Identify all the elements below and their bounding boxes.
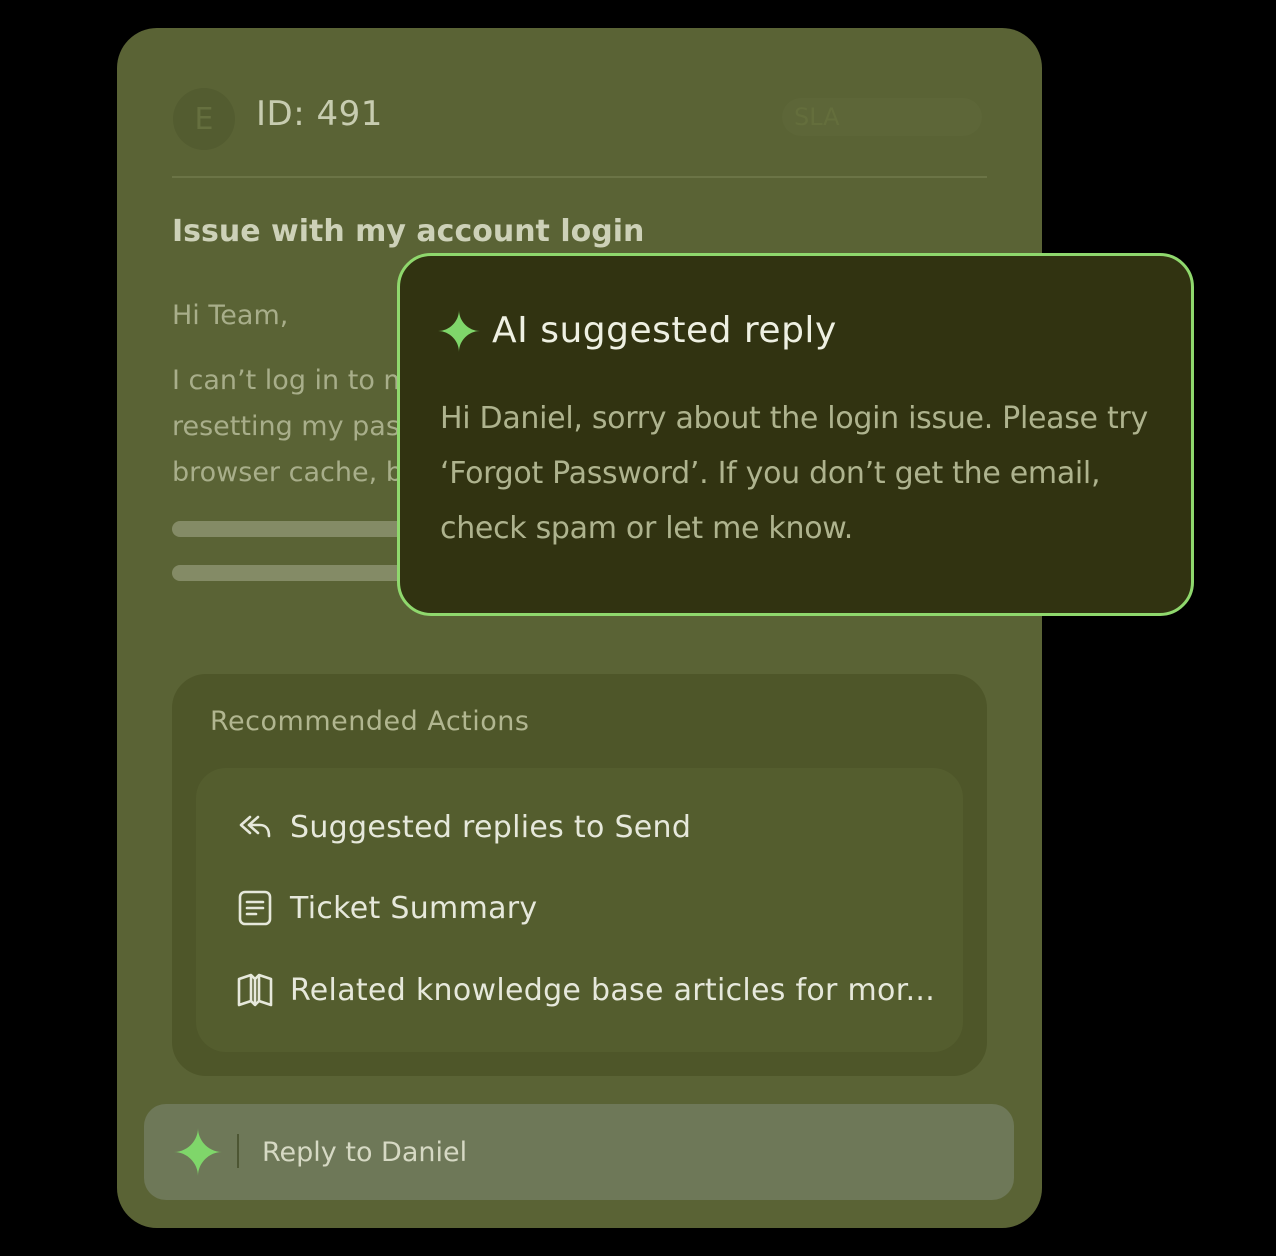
recommended-actions-title: Recommended Actions <box>210 706 530 737</box>
reply-bar[interactable] <box>144 1104 1014 1200</box>
action-label: Related knowledge base articles for mor.… <box>290 972 936 1008</box>
action-label: Ticket Summary <box>290 890 538 926</box>
recommended-actions-list: Suggested replies to Send Ticket Summary <box>196 768 963 1052</box>
action-ticket-summary[interactable]: Ticket Summary <box>236 889 537 927</box>
text-cursor <box>237 1134 239 1168</box>
action-suggested-replies[interactable]: Suggested replies to Send <box>236 808 691 846</box>
sparkle-icon <box>174 1128 222 1176</box>
recommended-actions-panel: Recommended Actions Suggested replies to… <box>172 674 987 1076</box>
ai-suggestion-title: AI suggested reply <box>492 310 837 351</box>
message-greeting: Hi Team, <box>172 300 289 331</box>
header-divider <box>172 176 987 178</box>
ticket-subject: Issue with my account login <box>172 214 645 249</box>
document-icon <box>238 890 272 926</box>
reply-icon <box>239 815 271 838</box>
ai-suggestion-text: Hi Daniel, sorry about the login issue. … <box>440 401 1148 546</box>
book-icon <box>237 973 273 1007</box>
action-label: Suggested replies to Send <box>290 809 692 845</box>
sla-badge: SLA <box>782 98 982 136</box>
action-related-articles[interactable]: Related knowledge base articles for mor.… <box>236 971 935 1009</box>
sparkle-icon <box>438 310 480 352</box>
reply-input[interactable] <box>262 1104 962 1200</box>
ai-suggested-reply-popup[interactable]: AI suggested reply Hi Daniel, sorry abou… <box>397 253 1194 616</box>
avatar: E <box>173 88 235 150</box>
ticket-card: E ID: 491 SLA Issue with my account logi… <box>117 28 1042 1228</box>
ticket-id: ID: 491 <box>256 94 383 134</box>
